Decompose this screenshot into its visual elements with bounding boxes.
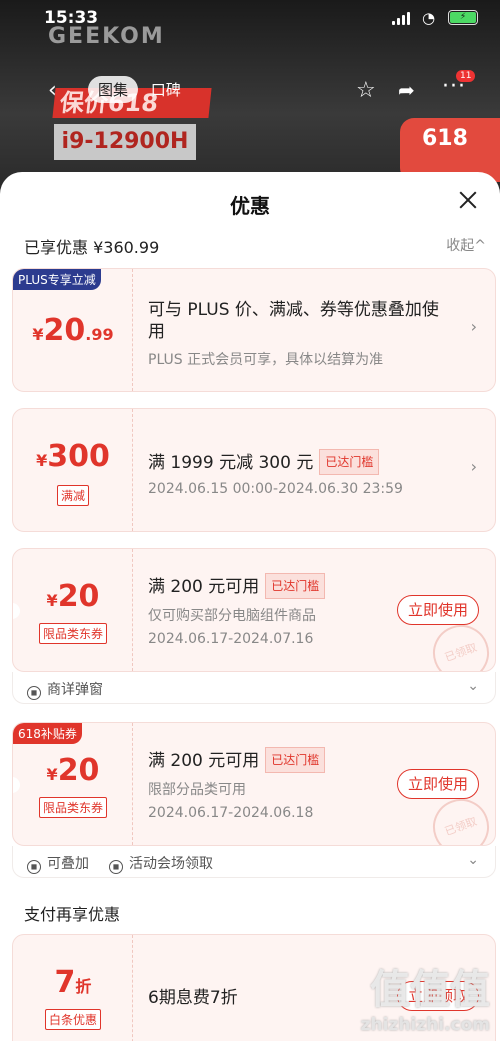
card-body: 满 1999 元减 300 元已达门槛 2024.06.15 00:00-202… xyxy=(148,449,455,497)
tab-gallery[interactable]: 图集 xyxy=(88,76,139,103)
sheet-title: 优惠 xyxy=(230,194,270,218)
discount-amount: ¥300 xyxy=(36,439,110,474)
use-now-button[interactable]: 立即使用 xyxy=(397,769,479,799)
promo-cpu-label: i9-12900H xyxy=(54,124,196,160)
discount-amount: 7折 xyxy=(54,965,92,1000)
popup-icon: ◼ xyxy=(27,686,41,700)
section-title-payment: 支付再享优惠 xyxy=(24,905,121,924)
chevron-right-icon[interactable]: › xyxy=(471,457,477,476)
threshold-met-badge: 已达门槛 xyxy=(265,747,326,773)
discount-type-tag: 限品类东券 xyxy=(13,623,133,644)
stack-icon: ◼ xyxy=(27,860,41,874)
media-tabs: 图集 口碑 xyxy=(88,76,181,103)
discount-amount: ¥20.99 xyxy=(32,313,114,348)
status-bar: 15:33 ◔ ⚡ xyxy=(0,0,500,34)
footer-item-detail-popup[interactable]: ◼ 商详弹窗 xyxy=(27,679,103,700)
wifi-icon: ◔ xyxy=(422,9,436,27)
back-icon[interactable]: ‹ xyxy=(48,78,57,103)
share-icon[interactable]: ➦ xyxy=(398,78,415,102)
sheet-header: 优惠 xyxy=(0,172,500,234)
popup-icon: ◼ xyxy=(109,860,123,874)
footer-item-event-venue[interactable]: ◼ 活动会场领取 xyxy=(109,853,213,874)
chevron-down-icon[interactable]: ⌄ xyxy=(467,852,479,868)
plus-discount-card[interactable]: PLUS专享立减 ¥20.99 可与 PLUS 价、满减、券等优惠叠加使用 PL… xyxy=(12,268,496,392)
plus-corner-badge: PLUS专享立减 xyxy=(13,269,101,290)
subsidy-coupon-card: 618补贴券 ¥20 限品类东券 满 200 元可用 已达门槛 限部分品类可用 2… xyxy=(12,722,496,846)
coupon-footer: ◼ 可叠加 ◼ 活动会场领取 ⌄ xyxy=(12,846,496,878)
discount-type-tag: 限品类东券 xyxy=(13,797,133,818)
coupon-footer: ◼ 商详弹窗 ⌄ xyxy=(12,672,496,704)
card-title: 可与 PLUS 价、满减、券等优惠叠加使用 xyxy=(148,300,439,342)
notification-badge: 11 xyxy=(456,70,476,82)
card-validity: 2024.06.15 00:00-2024.06.30 23:59 xyxy=(148,481,403,497)
full-reduction-card[interactable]: ¥300 满减 满 1999 元减 300 元已达门槛 2024.06.15 0… xyxy=(12,408,496,532)
discount-summary: 已享优惠 ¥360.99 xyxy=(24,238,160,257)
close-icon[interactable] xyxy=(456,188,480,212)
threshold-met-badge: 已达门槛 xyxy=(265,573,326,599)
footer-item-stackable: ◼ 可叠加 xyxy=(27,853,89,874)
discount-amount: ¥20 xyxy=(46,579,100,614)
chevron-down-icon[interactable]: ⌄ xyxy=(467,678,479,694)
discount-sheet: 优惠 已享优惠 ¥360.99 收起^ PLUS专享立减 ¥20.99 可与 P… xyxy=(0,172,500,1041)
watermark: 值值值 zhizhizhi.com xyxy=(360,967,490,1035)
discount-type-tag: 白条优惠 xyxy=(13,1009,133,1030)
card-validity: 2024.06.17-2024.06.18 xyxy=(148,805,314,821)
collapse-button[interactable]: 收起^ xyxy=(446,235,486,255)
chevron-right-icon[interactable]: › xyxy=(471,317,477,336)
card-validity: 2024.06.17-2024.07.16 xyxy=(148,631,314,647)
top-nav: ‹ 图集 口碑 ☆ ➦ ··· 11 xyxy=(0,70,500,112)
card-note: PLUS 正式会员可享，具体以结算为准 xyxy=(148,352,384,368)
signal-icon xyxy=(392,12,412,25)
tab-reviews[interactable]: 口碑 xyxy=(151,79,181,100)
coupon-card: ¥20 限品类东券 满 200 元可用 已达门槛 仅可购买部分电脑组件商品 202… xyxy=(12,548,496,672)
card-body: 可与 PLUS 价、满减、券等优惠叠加使用 PLUS 正式会员可享，具体以结算为… xyxy=(148,299,455,369)
threshold-met-badge: 已达门槛 xyxy=(319,449,380,475)
subsidy-corner-badge: 618补贴券 xyxy=(13,723,82,744)
status-time: 15:33 xyxy=(44,8,99,28)
card-title: 满 1999 元减 300 元已达门槛 xyxy=(148,449,455,475)
discount-amount: ¥20 xyxy=(46,753,100,788)
star-icon[interactable]: ☆ xyxy=(356,78,376,103)
use-now-button[interactable]: 立即使用 xyxy=(397,595,479,625)
battery-icon: ⚡ xyxy=(448,10,478,25)
discount-type-tag: 满减 xyxy=(13,485,133,506)
